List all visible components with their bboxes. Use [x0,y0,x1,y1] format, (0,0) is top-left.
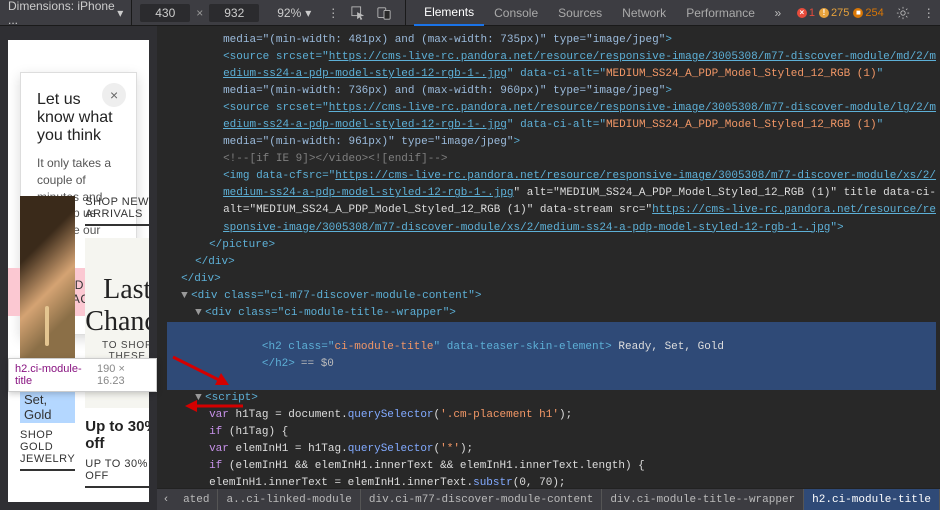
upto-link[interactable]: UP TO 30% OFF [85,458,149,488]
device-frame: × Let us know what you think It only tak… [8,40,149,502]
more-device-icon[interactable]: ⋮ [321,0,345,26]
inspect-icon[interactable] [345,0,371,26]
zoom-select[interactable]: 92%▾ [267,6,321,20]
device-select[interactable]: Dimensions: iPhone ...▾ [0,0,132,25]
devtools-panel: media="(min-width: 481px) and (max-width… [157,26,940,510]
tab-console[interactable]: Console [484,0,548,26]
breadcrumb-item[interactable]: a..ci-linked-module [218,489,360,510]
close-icon[interactable]: × [102,83,126,107]
product-image [20,196,75,366]
annotation-arrow-preview [185,396,245,419]
breadcrumb-item[interactable]: div.ci-m77-discover-module-content [361,489,602,510]
breadcrumb-item-active[interactable]: h2.ci-module-title [804,489,940,510]
device-toggle-icon[interactable] [371,0,397,26]
breadcrumb-item[interactable]: ated [175,489,218,510]
width-input[interactable] [140,4,190,22]
dim-x-label: × [190,6,209,20]
tab-sources[interactable]: Sources [548,0,612,26]
breadcrumb-prev-icon[interactable]: ‹ [157,494,175,506]
shop-new-link[interactable]: SHOP NEW ARRIVALS [85,196,149,226]
kebab-icon[interactable]: ⋮ [916,0,940,26]
device-preview-pane: × Let us know what you think It only tak… [0,26,157,510]
dom-breadcrumb: ‹ ated a..ci-linked-module div.ci-m77-di… [157,488,940,510]
breadcrumb-item[interactable]: div.ci-module-title--wrapper [602,489,804,510]
annotation-arrow-code [169,353,231,398]
tab-network[interactable]: Network [612,0,676,26]
shop-gold-link[interactable]: SHOP GOLD JEWELRY [20,429,75,471]
tab-elements[interactable]: Elements [414,0,484,26]
tabs-overflow-icon[interactable]: » [765,0,791,26]
height-input[interactable] [209,4,259,22]
element-tooltip: h2.ci-module-title 190 × 16.23 [8,358,157,392]
issue-badges[interactable]: ×1 !275 ■254 [791,7,890,19]
upto-title: Up to 30% off [85,418,149,452]
last-chance-script: Last Chance [85,274,149,338]
tab-performance[interactable]: Performance [676,0,765,26]
selected-dom-node[interactable]: <h2 class="ci-module-title" data-teaser-… [167,322,936,390]
gear-icon[interactable] [890,0,916,26]
devtools-toolbar: Dimensions: iPhone ...▾ × 92%▾ ⋮ Element… [0,0,940,26]
dom-tree[interactable]: media="(min-width: 481px) and (max-width… [157,26,940,488]
